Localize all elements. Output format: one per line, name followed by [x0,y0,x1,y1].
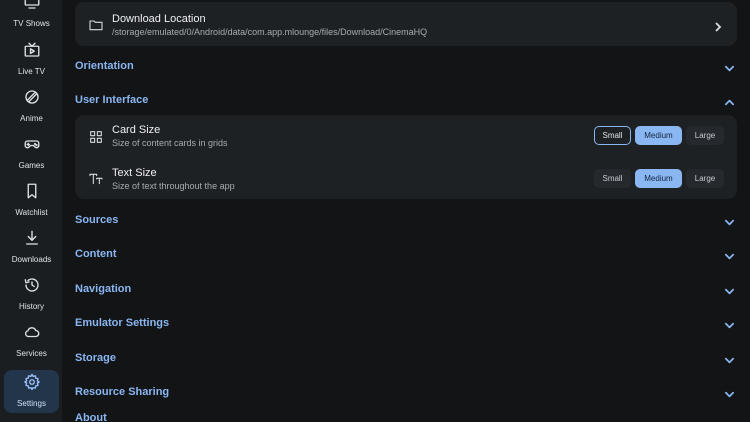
section-content[interactable]: Content [75,244,737,264]
section-storage[interactable]: Storage [75,348,737,368]
sidebar-item-watchlist[interactable]: Watchlist [4,179,59,222]
text-size-row: Text Size Size of text throughout the ap… [75,157,737,199]
sidebar-item-label: Settings [17,399,46,408]
sidebar-item-settings[interactable]: Settings [4,370,59,413]
settings-panel: Download Location /storage/emulated/0/An… [62,0,750,422]
card-size-row: Card Size Size of content cards in grids… [75,115,737,157]
card-size-subtitle: Size of content cards in grids [112,138,228,148]
section-label: Navigation [75,283,132,295]
chevron-down-icon [724,318,735,329]
sidebar-item-tv-shows[interactable]: TV Shows [4,0,59,33]
folder-icon [88,17,104,33]
section-emulator-settings[interactable]: Emulator Settings [75,313,737,333]
section-label: User Interface [75,94,149,106]
download-location-path: /storage/emulated/0/Android/data/com.app… [112,27,428,37]
section-user-interface[interactable]: User Interface [75,90,737,110]
section-label: Emulator Settings [75,317,170,329]
sidebar-item-services[interactable]: Services [4,320,59,363]
sidebar-item-history[interactable]: History [4,273,59,316]
card-size-selector: Small Medium Large [594,126,724,145]
text-size-small-button[interactable]: Small [594,169,631,188]
section-label: About [75,412,107,422]
chevron-down-icon [724,61,735,72]
section-label: Content [75,248,117,260]
text-size-large-button[interactable]: Large [686,169,724,188]
section-resource-sharing[interactable]: Resource Sharing [75,382,737,402]
section-label: Storage [75,352,116,364]
sidebar-item-label: Watchlist [15,208,48,217]
history-icon [23,276,41,299]
section-label: Orientation [75,60,134,72]
chevron-down-icon [724,353,735,364]
section-orientation[interactable]: Orientation [75,56,737,76]
anime-icon [23,88,41,111]
gear-icon [23,373,41,396]
grid-icon [88,129,104,145]
download-location-title: Download Location [112,13,206,25]
chevron-down-icon [724,284,735,295]
section-sources[interactable]: Sources [75,210,737,230]
chevron-up-icon [724,95,735,106]
section-about[interactable]: About [75,412,737,422]
chevron-down-icon [724,249,735,260]
live-tv-icon [23,41,41,64]
text-size-medium-button[interactable]: Medium [635,169,682,188]
tv-icon [23,0,41,16]
bookmark-icon [23,182,41,205]
download-location-row[interactable]: Download Location /storage/emulated/0/An… [75,2,737,46]
sidebar-item-label: History [19,302,44,311]
card-size-title: Card Size [112,124,161,136]
sidebar-item-anime[interactable]: Anime [4,85,59,128]
sidebar-item-games[interactable]: Games [4,132,59,175]
download-icon [23,229,41,252]
section-label: Sources [75,214,119,226]
sidebar-item-label: Services [16,349,47,358]
text-size-subtitle: Size of text throughout the app [112,181,235,191]
sidebar: TV Shows Live TV Anime Games Watchlist D… [0,0,62,422]
sidebar-item-label: Anime [20,114,43,123]
text-size-icon [88,171,104,187]
section-label: Resource Sharing [75,386,170,398]
user-interface-card: Card Size Size of content cards in grids… [75,115,737,199]
text-size-title: Text Size [112,167,157,179]
sidebar-item-downloads[interactable]: Downloads [4,226,59,269]
sidebar-item-label: TV Shows [13,19,50,28]
sidebar-item-label: Downloads [11,255,52,264]
sidebar-item-label: Games [18,161,45,170]
chevron-down-icon [724,215,735,226]
sidebar-item-live-tv[interactable]: Live TV [4,38,59,81]
sidebar-item-label: Live TV [18,67,45,76]
section-navigation[interactable]: Navigation [75,279,737,299]
chevron-down-icon [724,387,735,398]
card-size-large-button[interactable]: Large [686,126,724,145]
card-size-medium-button[interactable]: Medium [635,126,682,145]
text-size-selector: Small Medium Large [594,169,724,188]
gamepad-icon [23,135,41,158]
cloud-icon [23,323,41,346]
card-size-small-button[interactable]: Small [594,126,631,145]
chevron-right-icon [713,19,723,32]
